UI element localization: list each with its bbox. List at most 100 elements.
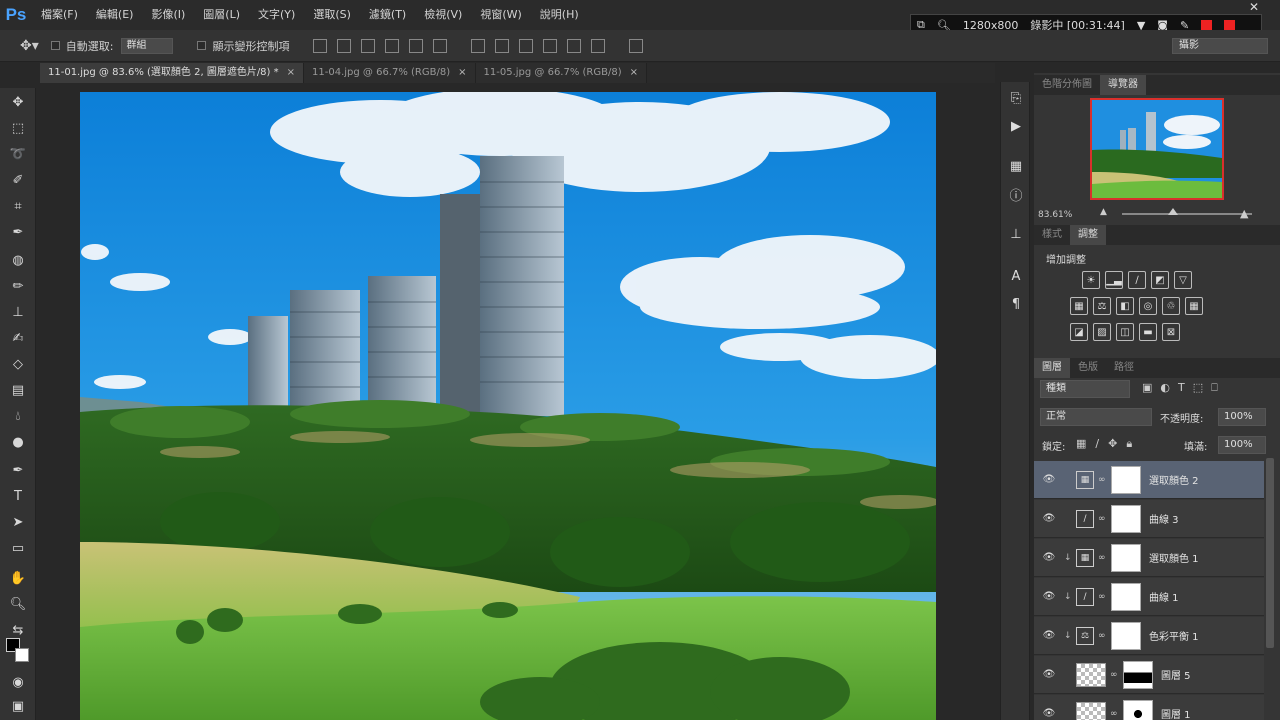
- curves-icon[interactable]: ∕: [1128, 271, 1146, 289]
- adjustment-layer-icon[interactable]: ▦: [1076, 470, 1094, 489]
- move-tool-icon[interactable]: ✥▾: [20, 38, 39, 54]
- document-canvas[interactable]: [80, 92, 936, 720]
- auto-align-icon[interactable]: [629, 38, 644, 53]
- adjustment-layer-icon[interactable]: ⚖: [1076, 626, 1094, 645]
- distribute-left-icon[interactable]: [543, 38, 558, 53]
- tab-doc-2[interactable]: 11-04.jpg @ 66.7% (RGB/8) ×: [304, 63, 476, 83]
- type-tool-icon[interactable]: T: [8, 486, 28, 506]
- stop-icon[interactable]: [1224, 19, 1236, 31]
- layer-row[interactable]: 👁︎ ∞ 圖層 5: [1034, 656, 1264, 694]
- lock-icons[interactable]: ▦∕✥🔒︎: [1076, 437, 1141, 451]
- visibility-eye-icon[interactable]: 👁︎: [1034, 474, 1064, 485]
- character-panel-icon[interactable]: A: [1006, 266, 1026, 286]
- layer-name[interactable]: 圖層 5: [1161, 667, 1191, 682]
- chain-link-icon[interactable]: ∞: [1098, 475, 1108, 485]
- visibility-eye-icon[interactable]: 👁︎: [1034, 513, 1064, 524]
- gradient-tool-icon[interactable]: ▤: [8, 380, 28, 400]
- layer-mask-thumbnail[interactable]: [1111, 465, 1141, 494]
- tab-navigator[interactable]: 導覽器: [1100, 75, 1146, 95]
- color-balance-icon[interactable]: ⚖: [1093, 297, 1111, 315]
- invert-icon[interactable]: ◪: [1070, 323, 1088, 341]
- layer-row[interactable]: 👁︎ ↓ ∕ ∞ 曲線 1: [1034, 578, 1264, 616]
- chain-link-icon[interactable]: ∞: [1098, 631, 1108, 641]
- vibrance-icon[interactable]: ▦: [1070, 297, 1088, 315]
- layer-mask-thumbnail[interactable]: [1111, 504, 1141, 533]
- tab-styles[interactable]: 樣式: [1034, 225, 1070, 245]
- visibility-eye-icon[interactable]: 👁︎: [1034, 708, 1064, 719]
- layer-name[interactable]: 曲線 3: [1149, 511, 1179, 526]
- distribute-top-icon[interactable]: [471, 38, 486, 53]
- zoom-tool-icon[interactable]: 🔍︎: [8, 594, 28, 614]
- tab-channels[interactable]: 色版: [1070, 358, 1106, 378]
- quick-mask-icon[interactable]: ◉: [8, 672, 28, 692]
- tab-adjustments[interactable]: 調整: [1070, 225, 1106, 245]
- pause-icon[interactable]: [1201, 19, 1213, 31]
- layer-mask-thumbnail[interactable]: [1123, 699, 1153, 720]
- hand-tool-icon[interactable]: ✋: [8, 568, 28, 588]
- menu-select[interactable]: 選取(S): [304, 0, 360, 30]
- pen-tool-icon[interactable]: ✒: [8, 460, 28, 480]
- channel-mixer-icon[interactable]: ♲: [1162, 297, 1180, 315]
- layers-scrollbar[interactable]: [1266, 458, 1274, 648]
- chain-link-icon[interactable]: ∞: [1098, 592, 1108, 602]
- visibility-eye-icon[interactable]: 👁︎: [1034, 669, 1064, 680]
- layer-row[interactable]: 👁︎ ↓ ⚖ ∞ 色彩平衡 1: [1034, 617, 1264, 655]
- paragraph-panel-icon[interactable]: ¶: [1006, 294, 1026, 314]
- actions-panel-icon[interactable]: ▶: [1006, 116, 1026, 136]
- align-top-icon[interactable]: [313, 38, 328, 53]
- fill-input[interactable]: 100%: [1218, 436, 1266, 454]
- workspace-select[interactable]: 攝影: [1172, 38, 1268, 54]
- chain-link-icon[interactable]: ∞: [1110, 709, 1120, 719]
- chain-link-icon[interactable]: ∞: [1098, 553, 1108, 563]
- layer-name[interactable]: 色彩平衡 1: [1149, 628, 1199, 643]
- menu-edit[interactable]: 編輯(E): [87, 0, 143, 30]
- levels-icon[interactable]: ▁▃: [1105, 271, 1123, 289]
- filter-icons[interactable]: ▣◐T⬚⎕: [1142, 381, 1226, 395]
- gradient-triangle-icon[interactable]: ▽: [1174, 271, 1192, 289]
- layer-row[interactable]: 👁︎ ∞ 圖層 1: [1034, 695, 1264, 720]
- blur-tool-icon[interactable]: 💧︎: [8, 406, 28, 426]
- distribute-right-icon[interactable]: [591, 38, 606, 53]
- tab-layers[interactable]: 圖層: [1034, 358, 1070, 378]
- layer-mask-thumbnail[interactable]: [1111, 582, 1141, 611]
- blend-mode-select[interactable]: 正常: [1040, 408, 1152, 426]
- tab-histogram[interactable]: 色階分佈圖: [1034, 75, 1100, 95]
- tab-doc-1[interactable]: 11-01.jpg @ 83.6% (選取顏色 2, 圖層遮色片/8) * ×: [40, 63, 305, 83]
- menu-layer[interactable]: 圖層(L): [194, 0, 249, 30]
- photo-filter-icon[interactable]: ◎: [1139, 297, 1157, 315]
- shape-tool-icon[interactable]: ▭: [8, 538, 28, 558]
- black-white-icon[interactable]: ◧: [1116, 297, 1134, 315]
- distribute-bottom-icon[interactable]: [519, 38, 534, 53]
- align-middle-icon[interactable]: [337, 38, 352, 53]
- auto-select-dropdown[interactable]: 群組: [121, 37, 174, 54]
- healing-tool-icon[interactable]: ◍: [8, 250, 28, 270]
- zoom-in-icon[interactable]: ▲: [1240, 207, 1248, 220]
- menu-help[interactable]: 說明(H): [531, 0, 588, 30]
- swatches-panel-icon[interactable]: ▦: [1006, 156, 1026, 176]
- layer-thumbnail[interactable]: [1076, 662, 1106, 687]
- menu-type[interactable]: 文字(Y): [249, 0, 304, 30]
- layer-name[interactable]: 選取顏色 1: [1149, 550, 1199, 565]
- layer-mask-thumbnail[interactable]: [1111, 621, 1141, 650]
- distribute-center-icon[interactable]: [567, 38, 582, 53]
- layer-mask-thumbnail[interactable]: [1123, 660, 1153, 689]
- chain-link-icon[interactable]: ∞: [1110, 670, 1120, 680]
- adjustment-layer-icon[interactable]: ∕: [1076, 509, 1094, 528]
- menu-image[interactable]: 影像(I): [142, 0, 194, 30]
- history-panel-icon[interactable]: ⎘: [1006, 88, 1026, 108]
- crop-tool-icon[interactable]: ⌗: [8, 196, 28, 216]
- layer-name[interactable]: 選取顏色 2: [1149, 472, 1199, 487]
- tab-paths[interactable]: 路徑: [1106, 358, 1142, 378]
- posterize-icon[interactable]: ▨: [1093, 323, 1111, 341]
- layer-mask-thumbnail[interactable]: [1111, 543, 1141, 572]
- menu-window[interactable]: 視窗(W): [471, 0, 530, 30]
- layer-thumbnail[interactable]: [1076, 701, 1106, 720]
- marquee-tool-icon[interactable]: ⬚: [8, 118, 28, 138]
- visibility-eye-icon[interactable]: 👁︎: [1034, 591, 1064, 602]
- screen-mode-icon[interactable]: ▣: [8, 696, 28, 716]
- close-icon[interactable]: ×: [630, 63, 638, 83]
- exposure-icon[interactable]: ◩: [1151, 271, 1169, 289]
- distribute-middle-icon[interactable]: [495, 38, 510, 53]
- background-color-swatch[interactable]: [15, 648, 29, 662]
- layer-name[interactable]: 曲線 1: [1149, 589, 1179, 604]
